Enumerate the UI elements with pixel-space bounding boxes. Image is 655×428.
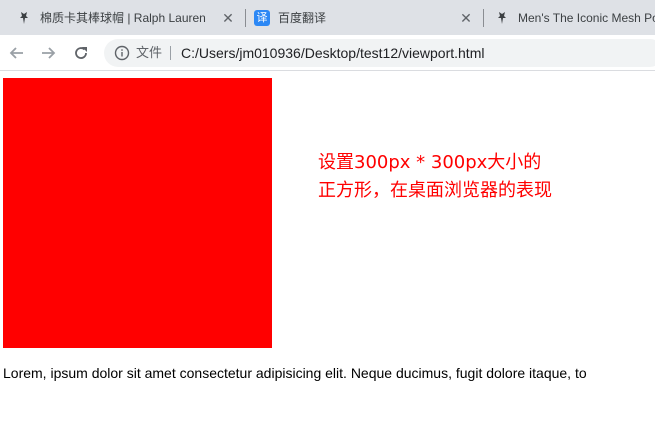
lorem-paragraph: Lorem, ipsum dolor sit amet consectetur … <box>3 365 587 381</box>
annotation-text: 设置300px * 300px大小的 正方形，在桌面浏览器的表现 <box>318 149 648 205</box>
tab-separator <box>245 9 246 27</box>
tab-ralph-lauren-cap[interactable]: 棉质卡其棒球帽 | Ralph Lauren ✕ <box>16 0 236 35</box>
address-divider <box>170 46 171 60</box>
tab-title: 棉质卡其棒球帽 | Ralph Lauren <box>40 11 206 25</box>
annotation-line: 正方形，在桌面浏览器的表现 <box>318 180 552 201</box>
ralph-lauren-polo-icon <box>494 10 510 26</box>
address-bar[interactable]: 文件 C:/Users/jm010936/Desktop/test12/view… <box>104 39 655 67</box>
url-text[interactable]: C:/Users/jm010936/Desktop/test12/viewpor… <box>181 45 484 61</box>
forward-button[interactable] <box>36 41 60 65</box>
browser-toolbar: 文件 C:/Users/jm010936/Desktop/test12/view… <box>0 35 655 71</box>
annotation-line: 设置300px * 300px大小的 <box>318 152 542 173</box>
reload-icon <box>75 47 87 59</box>
info-icon[interactable] <box>114 45 130 61</box>
forward-arrow-icon <box>42 47 56 59</box>
red-square <box>3 78 272 348</box>
scheme-label: 文件 <box>136 45 163 60</box>
tab-iconic-mesh-polo[interactable]: Men's The Iconic Mesh Po <box>494 0 655 35</box>
tab-separator <box>483 9 484 27</box>
tab-strip: 棉质卡其棒球帽 | Ralph Lauren ✕ 译 百度翻译 ✕ Men's … <box>0 0 655 35</box>
baidu-translate-icon: 译 <box>254 9 270 26</box>
back-arrow-icon <box>9 47 23 59</box>
page-viewport: 设置300px * 300px大小的 正方形，在桌面浏览器的表现 Lorem, … <box>0 72 655 428</box>
close-tab-icon[interactable]: ✕ <box>220 10 236 26</box>
tab-title: Men's The Iconic Mesh Po <box>518 10 655 25</box>
back-button[interactable] <box>5 41 29 65</box>
tab-baidu-translate[interactable]: 译 百度翻译 ✕ <box>254 0 474 35</box>
ralph-lauren-polo-icon <box>16 10 32 26</box>
reload-button[interactable] <box>69 41 93 65</box>
close-tab-icon[interactable]: ✕ <box>458 10 474 26</box>
tab-title: 百度翻译 <box>278 11 327 25</box>
favicon-glyph: 译 <box>256 10 268 24</box>
